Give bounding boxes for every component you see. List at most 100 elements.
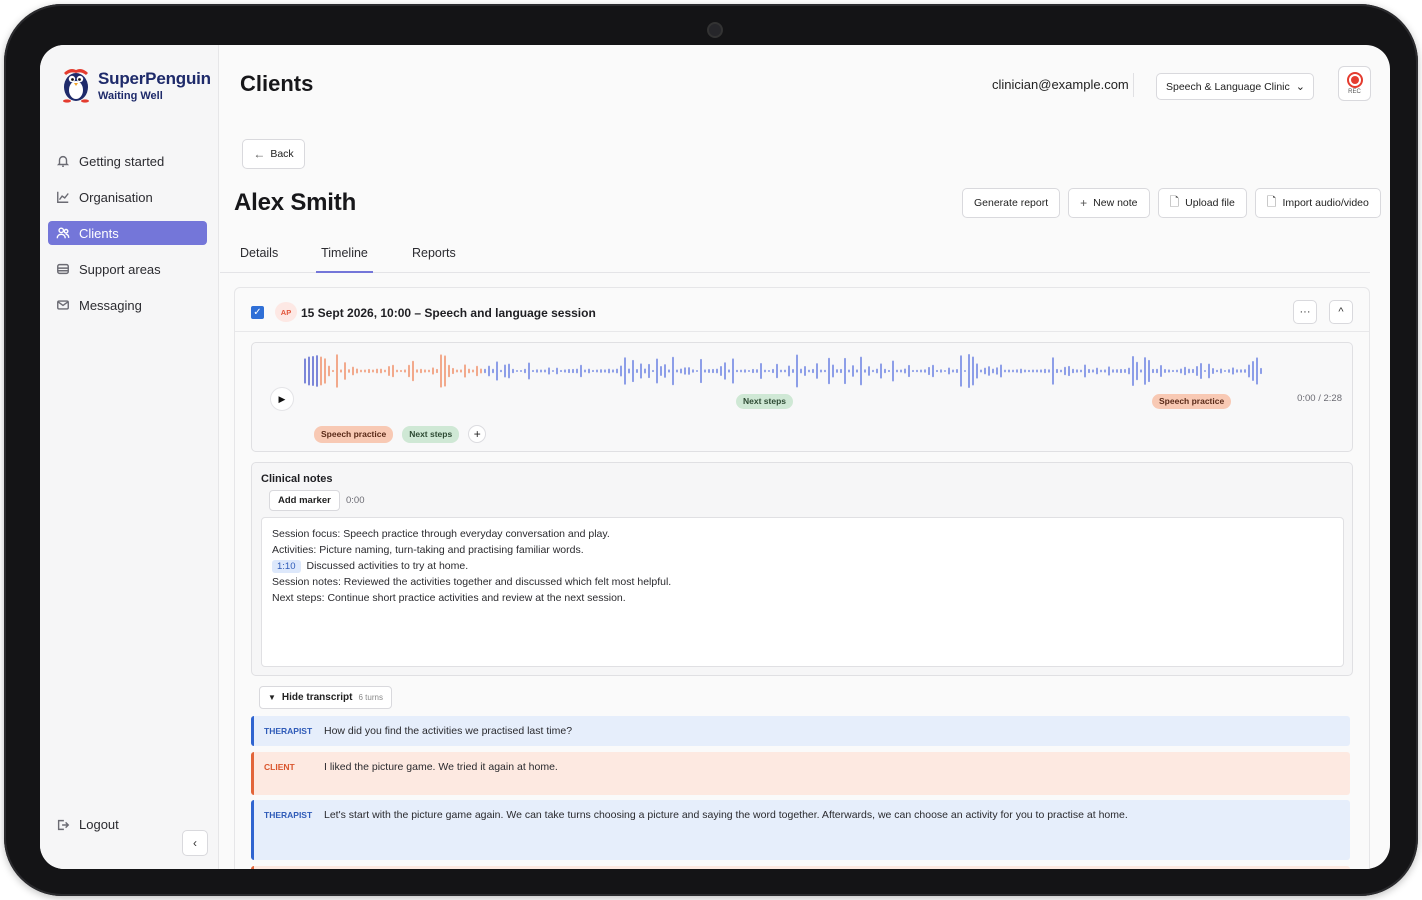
waveform-bar (1172, 369, 1174, 373)
waveform-marker-speech-practice[interactable]: Speech practice (1152, 394, 1232, 409)
waveform-bar (772, 368, 774, 374)
notes-editor[interactable]: Session focus: Speech practice through e… (261, 517, 1344, 667)
transcript-turn: THERAPIST How did you find the activitie… (251, 716, 1350, 746)
tag-row: Speech practice Next steps + (314, 425, 487, 443)
waveform-bar (880, 363, 882, 379)
waveform-bar (872, 369, 874, 373)
tab-details[interactable]: Details (240, 246, 278, 273)
tab-timeline[interactable]: Timeline (316, 246, 373, 273)
waveform-bar (1060, 369, 1062, 373)
header-divider (1133, 73, 1134, 97)
waveform-bar (592, 369, 594, 373)
waveform-bar (528, 362, 530, 380)
bell-icon (56, 155, 70, 167)
waveform-bar (756, 369, 758, 373)
sidebar-item-organisation[interactable]: Organisation (48, 185, 207, 209)
tablet-frame: SuperPenguin Waiting Well Getting starte… (4, 4, 1418, 896)
client-actions: Generate report + New note 🗋 Upload file… (962, 188, 1389, 218)
transcript-turn: THERAPIST Let's start with the picture g… (251, 800, 1350, 860)
tag-speech-practice[interactable]: Speech practice (314, 425, 394, 443)
sidebar-item-messaging[interactable]: Messaging (48, 293, 207, 317)
waveform-bar (1132, 356, 1134, 386)
waveform-bar (304, 358, 306, 384)
more-options-button[interactable]: ··· (1293, 300, 1317, 324)
sidebar-item-support-areas[interactable]: Support areas (48, 257, 207, 281)
tab-reports[interactable]: Reports (412, 246, 456, 273)
waveform-bar (1044, 368, 1046, 374)
waveform-bar (768, 369, 770, 373)
waveform-bar (844, 357, 846, 385)
back-button[interactable]: ← Back (242, 139, 305, 169)
session-checkbox[interactable]: ✓ (251, 306, 264, 319)
waveform-bar (696, 369, 698, 373)
record-label: REC (1348, 89, 1361, 95)
waveform-bar (1216, 369, 1218, 373)
waveform-bar (1148, 359, 1150, 383)
sidebar-item-label: Getting started (79, 153, 165, 169)
waveform-bar (824, 369, 826, 373)
waveform-bar (1092, 369, 1094, 373)
tag-next-steps[interactable]: Next steps (402, 425, 460, 443)
play-button[interactable]: ▶ (270, 387, 294, 411)
new-note-button[interactable]: + New note (1068, 188, 1150, 218)
waveform-bar (1144, 357, 1146, 385)
waveform-bar (640, 363, 642, 379)
waveform-bar (1032, 369, 1034, 373)
waveform-bar (804, 365, 806, 377)
collapse-session-button[interactable]: ^ (1329, 300, 1353, 324)
import-audio-video-button[interactable]: 🗋 Import audio/video (1254, 188, 1381, 218)
waveform-marker-next-steps[interactable]: Next steps (736, 394, 793, 409)
timestamp-chip[interactable]: 1:10 (272, 560, 301, 573)
waveform-bar (888, 369, 890, 373)
waveform-bar (1016, 369, 1018, 373)
waveform-bar (336, 354, 338, 388)
waveform-bar (1136, 361, 1138, 381)
waveform-bar (1036, 369, 1038, 373)
transcript-turn: CLIENT I liked the picture game. We trie… (251, 752, 1350, 795)
brand-logo[interactable]: SuperPenguin Waiting Well (56, 65, 211, 105)
sidebar-item-getting-started[interactable]: Getting started (48, 149, 207, 173)
audio-waveform[interactable] (302, 351, 1272, 391)
users-icon (56, 227, 70, 239)
arrow-left-icon: ← (253, 147, 266, 161)
clinic-select[interactable]: Speech & Language Clinic ⌄ (1156, 73, 1314, 100)
waveform-bar (716, 368, 718, 374)
waveform-bar (656, 358, 658, 384)
waveform-bar (1152, 368, 1154, 374)
collapse-sidebar-button[interactable]: ‹ (182, 830, 208, 856)
waveform-bar (964, 369, 966, 373)
waveform-bar (1232, 367, 1234, 375)
waveform-bar (1020, 368, 1022, 374)
waveform-bar (1116, 369, 1118, 373)
generate-report-button[interactable]: Generate report (962, 188, 1061, 218)
chart-icon (57, 191, 69, 203)
record-button[interactable]: REC (1338, 66, 1371, 101)
waveform-bar (456, 369, 458, 373)
add-tag-button[interactable]: + (468, 425, 487, 443)
waveform-bar (316, 355, 318, 387)
hide-transcript-button[interactable]: ▼ Hide transcript 6 turns (259, 686, 392, 709)
sidebar-item-clients[interactable]: Clients (48, 221, 207, 245)
waveform-bar (332, 369, 334, 373)
waveform-bar (620, 365, 622, 377)
waveform-bar (368, 368, 370, 374)
waveform-bar (1252, 360, 1254, 382)
waveform-bar (1208, 363, 1210, 379)
waveform-bar (960, 355, 962, 387)
waveform-bar (392, 364, 394, 378)
logout-button[interactable]: Logout (56, 817, 119, 832)
waveform-bar (720, 366, 722, 376)
waveform-bar (1176, 369, 1178, 373)
waveform-bar (920, 369, 922, 373)
logout-icon (57, 819, 70, 830)
upload-file-button[interactable]: 🗋 Upload file (1157, 188, 1247, 218)
waveform-bar (1080, 369, 1082, 373)
waveform-bar (1096, 367, 1098, 375)
waveform-bar (928, 366, 930, 376)
waveform-bar (1168, 369, 1170, 373)
waveform-bar (468, 368, 470, 374)
waveform-bar (608, 368, 610, 374)
add-marker-button[interactable]: Add marker (269, 490, 340, 511)
waveform-bar (1056, 368, 1058, 374)
session-card: ✓ AP 15 Sept 2026, 10:00 – Speech and la… (234, 287, 1370, 869)
